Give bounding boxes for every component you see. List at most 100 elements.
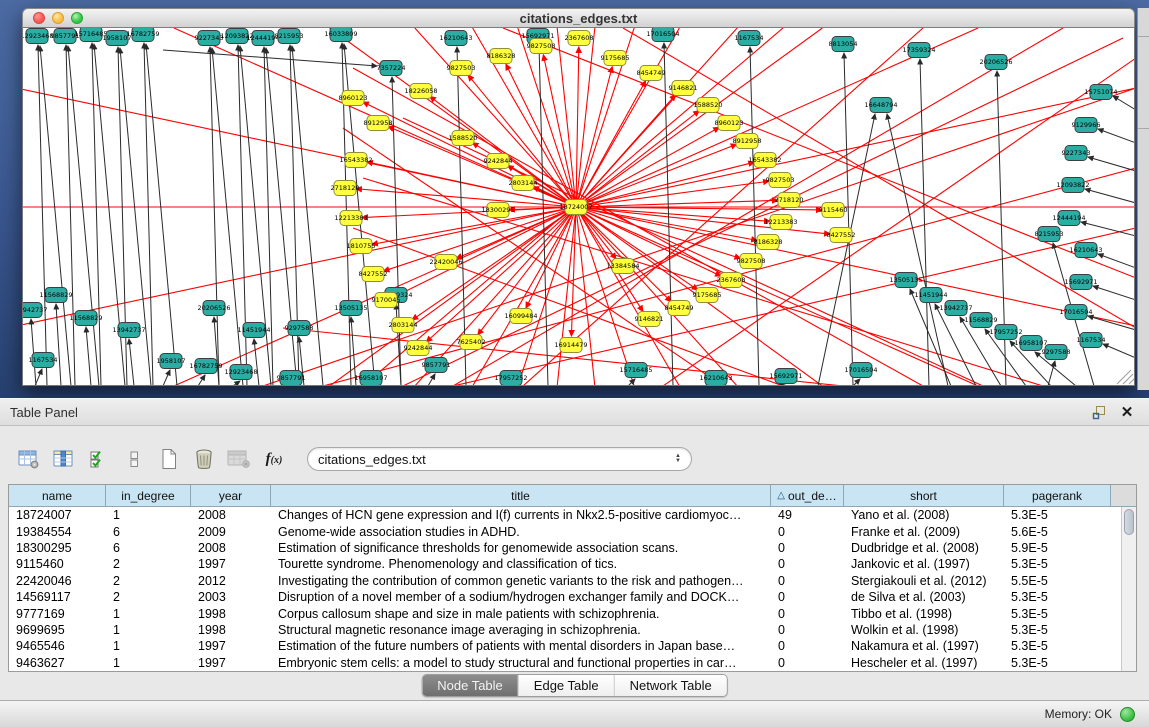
graph-node-teal[interactable]: 11451944 bbox=[914, 288, 947, 303]
black-citation-edge[interactable] bbox=[1085, 189, 1135, 203]
citation-network-graph[interactable]: 1292346898577911571648519581071678275992… bbox=[23, 28, 1135, 386]
graph-node-teal[interactable]: 12093822 bbox=[1056, 178, 1089, 193]
new-column-button[interactable] bbox=[154, 445, 184, 473]
cell-title[interactable]: Corpus callosum shape and size in male p… bbox=[271, 605, 771, 621]
graph-node-teal[interactable]: 13505135 bbox=[334, 301, 367, 316]
delete-column-button[interactable] bbox=[189, 445, 219, 473]
graph-node-yellow[interactable]: 9827508 bbox=[737, 254, 766, 269]
close-panel-icon[interactable]: ✕ bbox=[1119, 404, 1135, 420]
graph-node-yellow[interactable]: 2718120 bbox=[775, 193, 804, 208]
cell-pagerank[interactable]: 5.3E-5 bbox=[1004, 556, 1111, 572]
graph-node-yellow[interactable]: 2367608 bbox=[565, 31, 594, 46]
red-citation-edge[interactable] bbox=[372, 207, 576, 244]
black-citation-edge[interactable] bbox=[68, 46, 99, 386]
black-citation-edge[interactable] bbox=[844, 53, 853, 386]
black-citation-edge[interactable] bbox=[129, 339, 134, 386]
table-row[interactable]: 1830029562008Estimation of significance … bbox=[9, 540, 1121, 556]
graph-node-yellow[interactable]: 9175685 bbox=[693, 288, 722, 303]
black-citation-edge[interactable] bbox=[1098, 254, 1135, 268]
graph-node-yellow[interactable]: 9146821 bbox=[669, 81, 698, 96]
cell-out_degree[interactable]: 0 bbox=[771, 638, 844, 654]
cell-short[interactable]: Stergiakouli et al. (2012) bbox=[844, 573, 1004, 589]
graph-node-yellow[interactable]: 2367608 bbox=[717, 273, 746, 288]
table-row[interactable]: 977716911998Corpus callosum shape and si… bbox=[9, 605, 1121, 621]
black-citation-edge[interactable] bbox=[210, 47, 219, 386]
graph-node-teal[interactable]: 13942737 bbox=[23, 303, 48, 318]
cell-name[interactable]: 9463627 bbox=[9, 655, 106, 671]
graph-node-yellow[interactable]: 7625402 bbox=[457, 335, 486, 350]
cell-short[interactable]: Nakamura et al. (1997) bbox=[844, 638, 1004, 654]
graph-node-yellow[interactable]: 16543382 bbox=[339, 153, 372, 168]
cell-name[interactable]: 18300295 bbox=[9, 540, 106, 556]
graph-node-teal[interactable]: 13942737 bbox=[112, 323, 145, 338]
table-body[interactable]: 1872400712008Changes of HCN gene express… bbox=[9, 507, 1121, 671]
graph-node-yellow[interactable]: 1588520 bbox=[449, 131, 478, 146]
cell-short[interactable]: Dudbridge et al. (2008) bbox=[844, 540, 1004, 556]
graph-node-teal[interactable]: 20206526 bbox=[979, 55, 1012, 70]
cell-name[interactable]: 9465546 bbox=[9, 638, 106, 654]
red-citation-edge[interactable] bbox=[623, 28, 1135, 328]
black-citation-edge[interactable] bbox=[66, 45, 75, 386]
cell-short[interactable]: Hescheler et al. (1997) bbox=[844, 655, 1004, 671]
cell-name[interactable]: 9777169 bbox=[9, 605, 106, 621]
black-citation-edge[interactable] bbox=[1103, 344, 1135, 358]
black-citation-edge[interactable] bbox=[146, 44, 177, 386]
cell-name[interactable]: 22420046 bbox=[9, 573, 106, 589]
table-row[interactable]: 946362711997Embryonic stem cells: a mode… bbox=[9, 655, 1121, 671]
graph-node-yellow[interactable]: 8186328 bbox=[754, 235, 783, 250]
column-header-pagerank[interactable]: pagerank bbox=[1004, 485, 1111, 506]
table-row[interactable]: 911546021997Tourette syndrome. Phenomeno… bbox=[9, 556, 1121, 572]
cell-pagerank[interactable]: 5.3E-5 bbox=[1004, 622, 1111, 638]
graph-node-teal[interactable]: 16210643 bbox=[1069, 243, 1102, 258]
cell-pagerank[interactable]: 5.3E-5 bbox=[1004, 605, 1111, 621]
graph-node-yellow[interactable]: 9827503 bbox=[447, 61, 476, 76]
graph-node-teal[interactable]: 1167534 bbox=[29, 353, 58, 368]
cell-year[interactable]: 1998 bbox=[191, 605, 271, 621]
graph-node-yellow[interactable]: 8912958 bbox=[364, 116, 393, 131]
cell-in_degree[interactable]: 6 bbox=[106, 523, 191, 539]
cell-title[interactable]: Structural magnetic resonance image aver… bbox=[271, 622, 771, 638]
cell-out_degree[interactable]: 0 bbox=[771, 540, 844, 556]
graph-node-teal[interactable]: 13942737 bbox=[939, 301, 972, 316]
black-citation-edge[interactable] bbox=[1088, 157, 1135, 171]
graph-node-yellow[interactable]: 9170045 bbox=[372, 293, 401, 308]
cell-title[interactable]: Disruption of a novel member of a sodium… bbox=[271, 589, 771, 605]
black-citation-edge[interactable] bbox=[233, 381, 240, 386]
graph-node-yellow[interactable]: 8427552 bbox=[359, 267, 388, 282]
red-citation-edge[interactable] bbox=[576, 207, 1135, 326]
cell-out_degree[interactable]: 0 bbox=[771, 605, 844, 621]
graph-node-yellow[interactable]: 8454749 bbox=[637, 66, 666, 81]
table-settings-button[interactable] bbox=[14, 445, 44, 473]
float-panel-icon[interactable] bbox=[1091, 404, 1107, 420]
graph-node-teal[interactable]: 1167534 bbox=[735, 31, 764, 46]
graph-node-teal[interactable]: 11568829 bbox=[964, 313, 997, 328]
graph-node-teal[interactable]: 9857791 bbox=[277, 371, 306, 386]
black-citation-edge[interactable] bbox=[1113, 96, 1135, 110]
table-row[interactable]: 946554611997Estimation of the future num… bbox=[9, 638, 1121, 654]
red-citation-edge[interactable] bbox=[396, 207, 576, 296]
graph-node-yellow[interactable]: 8454749 bbox=[665, 301, 694, 316]
cell-short[interactable]: de Silva et al. (2003) bbox=[844, 589, 1004, 605]
black-citation-edge[interactable] bbox=[853, 379, 860, 386]
graph-node-teal[interactable]: 16033809 bbox=[324, 28, 357, 42]
graph-node-teal[interactable]: 9227343 bbox=[195, 31, 224, 46]
tab-node-table[interactable]: Node Table bbox=[422, 675, 518, 696]
black-citation-edge[interactable] bbox=[38, 45, 47, 386]
cell-title[interactable]: Estimation of significance thresholds fo… bbox=[271, 540, 771, 556]
graph-node-yellow[interactable]: 12213383 bbox=[334, 211, 367, 226]
graph-node-yellow[interactable]: 8186328 bbox=[487, 49, 516, 64]
graph-node-yellow[interactable]: 9242844 bbox=[404, 341, 433, 356]
graph-node-yellow[interactable]: 22420046 bbox=[429, 255, 462, 270]
cell-out_degree[interactable]: 0 bbox=[771, 622, 844, 638]
cell-out_degree[interactable]: 0 bbox=[771, 556, 844, 572]
black-citation-edge[interactable] bbox=[750, 47, 759, 386]
cell-short[interactable]: Wolkin et al. (1998) bbox=[844, 622, 1004, 638]
cell-out_degree[interactable]: 0 bbox=[771, 523, 844, 539]
red-citation-edge[interactable] bbox=[543, 55, 576, 207]
cell-in_degree[interactable]: 2 bbox=[106, 589, 191, 605]
table-header-row[interactable]: namein_degreeyeartitle△out_de…shortpager… bbox=[9, 485, 1136, 507]
cell-out_degree[interactable]: 49 bbox=[771, 507, 844, 523]
cell-pagerank[interactable]: 5.6E-5 bbox=[1004, 523, 1111, 539]
network-canvas[interactable]: 1292346898577911571648519581071678275992… bbox=[22, 28, 1135, 386]
cell-pagerank[interactable]: 5.3E-5 bbox=[1004, 638, 1111, 654]
